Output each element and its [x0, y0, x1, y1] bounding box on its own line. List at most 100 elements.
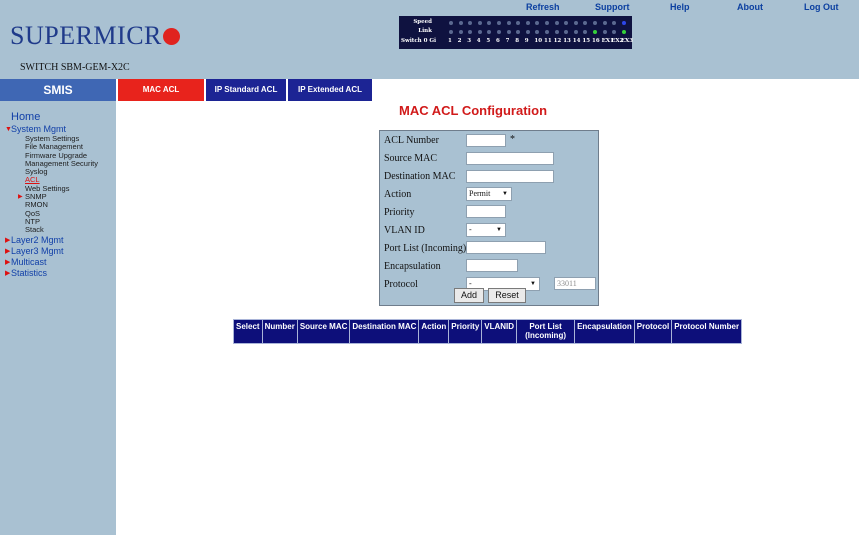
speed-led-icon [497, 21, 501, 25]
sidebar-multicast[interactable]: ▶ Multicast [0, 257, 116, 268]
table-header-row: Select Number Source MAC Destination MAC… [233, 319, 743, 344]
collapsed-arrow-icon: ▶ [18, 194, 23, 201]
help-link[interactable]: Help [670, 2, 690, 12]
link-led-icon [564, 30, 569, 34]
link-led-icon [449, 30, 453, 34]
speed-led-icon [545, 21, 549, 25]
support-link[interactable]: Support [595, 2, 630, 12]
about-link[interactable]: About [737, 2, 763, 12]
collapsed-arrow-icon: ▶ [5, 269, 11, 277]
speed-led-icon [506, 21, 511, 25]
speed-led-icon [554, 21, 559, 25]
port-number-label: 8 [515, 38, 520, 44]
column-header-action: Action [418, 319, 450, 344]
link-led-icon [516, 30, 521, 34]
column-header-number: Number [261, 319, 298, 344]
add-button[interactable]: Add [454, 288, 484, 303]
collapsed-arrow-icon: ▶ [5, 258, 11, 266]
vlan-id-select-value: - [469, 225, 472, 234]
port-number-label: EX3 [620, 38, 634, 44]
speed-led-icon [468, 21, 473, 25]
protocol-select-value: - [469, 279, 472, 288]
sidebar-item-ntp[interactable]: NTP [0, 217, 116, 226]
link-led-icon [535, 30, 540, 34]
port-number-label: 5 [486, 38, 491, 44]
sidebar-multicast-label: Multicast [11, 256, 47, 267]
expanded-arrow-icon: ▼ [5, 126, 12, 133]
speed-led-icon [621, 21, 626, 25]
source-mac-label: Source MAC [384, 153, 438, 164]
column-header-priority: Priority [448, 319, 483, 344]
sidebar-item-stack[interactable]: Stack [0, 225, 116, 234]
port-number-label: 6 [496, 38, 500, 44]
sidebar-item-syslog[interactable]: Syslog [0, 167, 116, 176]
tab-mac-acl[interactable]: MAC ACL [118, 79, 204, 101]
port-number-label: 4 [476, 38, 481, 44]
link-led-icon [477, 30, 482, 34]
sidebar-item-snmp[interactable]: ▶ SNMP [0, 192, 116, 201]
port-number-label: 10 [534, 38, 543, 44]
port-number-label: 12 [553, 38, 562, 44]
link-led-icon [602, 30, 607, 34]
log-out-link[interactable]: Log Out [804, 2, 839, 12]
sidebar-item-web-settings[interactable]: Web Settings [0, 184, 116, 193]
priority-input[interactable] [466, 205, 506, 218]
vlan-id-label: VLAN ID [384, 225, 425, 236]
port-list-input[interactable] [466, 241, 546, 254]
port-number-label: 15 [582, 38, 591, 44]
port-number-label: 16 [592, 38, 600, 44]
port-number-label: 1 [448, 38, 452, 44]
encapsulation-label: Encapsulation [384, 261, 441, 272]
link-led-icon [458, 30, 463, 34]
speed-led-icon [449, 21, 453, 25]
link-led-icon [612, 30, 617, 34]
source-mac-input[interactable] [466, 152, 554, 165]
tab-ip-standard-acl[interactable]: IP Standard ACL [206, 79, 286, 101]
port-number-label: 3 [467, 38, 472, 44]
encapsulation-input[interactable] [466, 259, 518, 272]
chevron-down-icon: ▼ [530, 281, 536, 287]
destination-mac-input[interactable] [466, 170, 554, 183]
smis-header: SMIS [0, 79, 116, 101]
link-led-icon [554, 30, 559, 34]
speed-led-icon [477, 21, 482, 25]
refresh-link[interactable]: Refresh [526, 2, 560, 12]
sidebar-home-link[interactable]: Home [0, 111, 116, 123]
action-select[interactable]: Permit ▼ [466, 187, 512, 201]
speed-row-label: Speed [413, 19, 432, 25]
speed-led-icon [487, 21, 492, 25]
port-number-label: 14 [572, 38, 581, 44]
sidebar-layer3-mgmt[interactable]: ▶ Layer3 Mgmt [0, 246, 116, 257]
top-banner: Refresh Support Help About Log Out SUPER… [0, 0, 859, 79]
acl-number-input[interactable] [466, 134, 506, 147]
speed-led-icon [516, 21, 521, 25]
vlan-id-select[interactable]: - ▼ [466, 223, 506, 237]
protocol-number-input[interactable]: 33011 [554, 277, 596, 290]
sidebar-nav: Home ▼ System Mgmt System Settings File M… [0, 111, 116, 279]
sidebar-statistics[interactable]: ▶ Statistics [0, 268, 116, 279]
sidebar-item-rmon[interactable]: RMON [0, 201, 116, 210]
column-header-protocol: Protocol [633, 319, 673, 344]
link-led-icon [621, 30, 626, 34]
protocol-label: Protocol [384, 279, 418, 290]
switch-row-label: Switch 0 Gi [401, 38, 437, 44]
speed-led-icon [535, 21, 540, 25]
sidebar-system-mgmt-label: System Mgmt [11, 124, 67, 134]
speed-led-icon [564, 21, 569, 25]
required-mark: * [510, 134, 515, 145]
top-links: Refresh Support Help About Log Out [0, 2, 859, 16]
sidebar-layer2-mgmt[interactable]: ▶ Layer2 Mgmt [0, 235, 116, 246]
link-led-icon [497, 30, 501, 34]
speed-led-icon [458, 21, 463, 25]
reset-button[interactable]: Reset [488, 288, 526, 303]
port-status-panel: Speed Link Switch 0 Gi 1 2 3 4 5 6 7 8 9 10 11 12 13… [399, 16, 634, 49]
collapsed-arrow-icon: ▶ [5, 247, 11, 255]
sidebar-item-management-security[interactable]: Management Security [0, 159, 116, 168]
action-select-value: Permit [469, 189, 491, 198]
tab-ip-extended-acl[interactable]: IP Extended ACL [288, 79, 372, 101]
port-number-label: 13 [563, 38, 571, 44]
page-title: MAC ACL Configuration [399, 103, 548, 118]
link-led-icon [545, 30, 549, 34]
sidebar-item-qos[interactable]: QoS [0, 209, 116, 218]
supermicro-logo: SUPERMICR [10, 21, 180, 51]
